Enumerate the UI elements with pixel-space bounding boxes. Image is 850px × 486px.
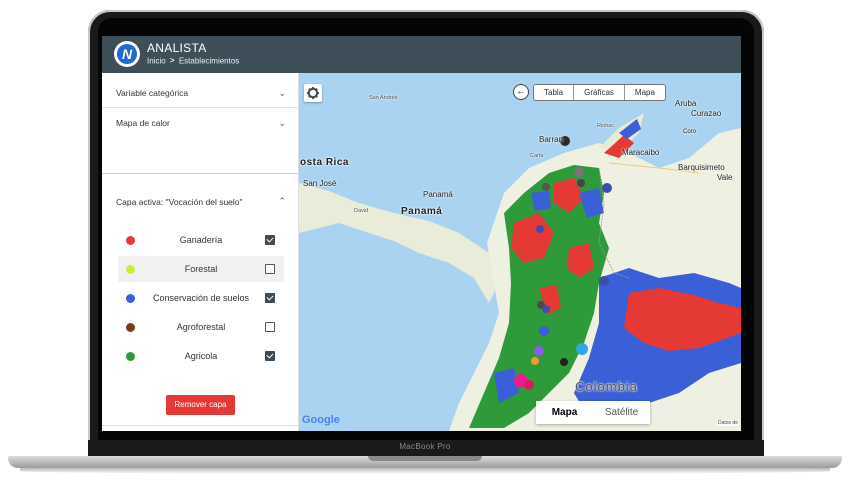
layer-checkbox[interactable] bbox=[265, 264, 275, 274]
map-label: Vale bbox=[717, 173, 733, 182]
app-screen: N ANALISTA Inicio > Establecimientos Var… bbox=[102, 36, 741, 431]
map-label: San José bbox=[303, 179, 337, 188]
breadcrumb: Inicio > Establecimientos bbox=[147, 56, 239, 65]
map-label: osta Rica bbox=[300, 157, 349, 168]
chevron-down-icon[interactable]: ⌄ bbox=[278, 118, 286, 129]
map-pin bbox=[524, 380, 534, 390]
map-pin bbox=[599, 276, 609, 286]
map-label: Maracaibo bbox=[622, 148, 660, 157]
layer-item[interactable]: Conservación de suelos bbox=[118, 285, 284, 311]
app-logo[interactable]: N bbox=[114, 41, 140, 67]
section-categorical-variable[interactable]: Variable categórica ⌄ bbox=[102, 73, 298, 108]
view-toggle: Tabla Gráficas Mapa bbox=[533, 84, 666, 101]
laptop-shadow bbox=[20, 468, 830, 474]
layer-label: Forestal bbox=[184, 264, 218, 274]
settings-gear-button[interactable] bbox=[304, 84, 322, 102]
map-pin bbox=[577, 179, 585, 187]
map-pin bbox=[534, 346, 544, 356]
layer-item[interactable]: Agroforestal bbox=[118, 314, 284, 340]
map-pin bbox=[574, 167, 584, 177]
map-type-satellite-button[interactable]: Satélite bbox=[593, 401, 650, 424]
legend-dot bbox=[126, 265, 135, 274]
layer-checkbox[interactable] bbox=[265, 322, 275, 332]
map-view[interactable]: ← Tabla Gráficas Mapa San Andrés Aruba C… bbox=[299, 73, 741, 431]
map-label: Barran bbox=[539, 135, 564, 144]
map-credit[interactable]: Datos de bbox=[716, 420, 739, 426]
map-label: San Andrés bbox=[369, 95, 398, 101]
section-active-layer[interactable]: Capa activa: "Vocación del suelo" ⌃ bbox=[102, 174, 298, 224]
legend-dot bbox=[126, 323, 135, 332]
chevron-right-icon: > bbox=[169, 56, 175, 66]
map-label: Aruba bbox=[675, 99, 697, 108]
app-header: N ANALISTA Inicio > Establecimientos bbox=[102, 36, 741, 73]
layer-checkbox[interactable] bbox=[265, 293, 275, 303]
layer-checkbox[interactable] bbox=[265, 351, 275, 361]
map-type-control: Mapa Satélite bbox=[536, 401, 650, 424]
laptop-notch bbox=[368, 456, 482, 461]
sidebar: Variable categórica ⌄ Mapa de calor ⌄ Ca… bbox=[102, 73, 299, 431]
map-pin bbox=[531, 357, 539, 365]
breadcrumb-current: Establecimientos bbox=[178, 56, 240, 66]
section-heatmap[interactable]: Mapa de calor ⌄ bbox=[102, 108, 298, 174]
view-toggle-charts[interactable]: Gráficas bbox=[574, 85, 625, 100]
map-pin bbox=[536, 225, 544, 233]
layer-item[interactable]: Agricola bbox=[118, 343, 284, 369]
layer-label: Conservación de suelos bbox=[152, 293, 250, 303]
map-label: Panamá bbox=[401, 206, 443, 217]
layer-label: Ganadería bbox=[179, 235, 223, 245]
map-pin bbox=[576, 343, 588, 355]
legend-dot bbox=[126, 294, 135, 303]
layer-label: Agricola bbox=[184, 351, 218, 361]
map-label: Coro bbox=[683, 129, 697, 135]
breadcrumb-home[interactable]: Inicio bbox=[147, 56, 166, 65]
map-label: Carta bbox=[530, 153, 544, 159]
map-label: Riohac bbox=[597, 123, 615, 129]
layer-item[interactable]: Ganadería bbox=[118, 227, 284, 253]
section-label: Variable categórica bbox=[116, 88, 189, 98]
app-title: ANALISTA bbox=[147, 41, 207, 55]
divider bbox=[102, 425, 298, 426]
remove-layer-button[interactable]: Remover capa bbox=[166, 395, 235, 415]
map-pin bbox=[542, 305, 550, 313]
section-label: Mapa de calor bbox=[116, 118, 170, 128]
map-pin bbox=[542, 183, 550, 191]
view-toggle-table[interactable]: Tabla bbox=[534, 85, 575, 100]
legend-dot bbox=[126, 352, 135, 361]
gear-icon bbox=[307, 87, 319, 99]
map-type-map-button[interactable]: Mapa bbox=[536, 401, 593, 424]
back-arrow-icon[interactable]: ← bbox=[513, 84, 529, 100]
map-label: Curazao bbox=[691, 109, 722, 118]
chevron-down-icon[interactable]: ⌄ bbox=[278, 88, 286, 99]
map-pin bbox=[539, 326, 549, 336]
logo-letter: N bbox=[117, 44, 137, 64]
central-america-land bbox=[299, 183, 499, 303]
map-label: David bbox=[354, 208, 369, 214]
device-label: MacBook Pro bbox=[399, 442, 451, 451]
google-logo: Google bbox=[302, 414, 340, 426]
chevron-up-icon[interactable]: ⌃ bbox=[278, 196, 286, 207]
section-label: Capa activa: "Vocación del suelo" bbox=[116, 197, 243, 207]
legend-dot bbox=[126, 236, 135, 245]
map-label: Panamá bbox=[423, 190, 453, 199]
map-pin bbox=[560, 358, 568, 366]
map-label: Barquisimeto bbox=[678, 163, 725, 172]
map-label: Colombia bbox=[575, 379, 638, 394]
map-canvas bbox=[299, 113, 741, 431]
view-toggle-map[interactable]: Mapa bbox=[625, 85, 665, 100]
layer-label: Agroforestal bbox=[176, 322, 226, 332]
layer-item[interactable]: Forestal bbox=[118, 256, 284, 282]
map-pin bbox=[602, 183, 612, 193]
layer-checkbox[interactable] bbox=[265, 235, 275, 245]
